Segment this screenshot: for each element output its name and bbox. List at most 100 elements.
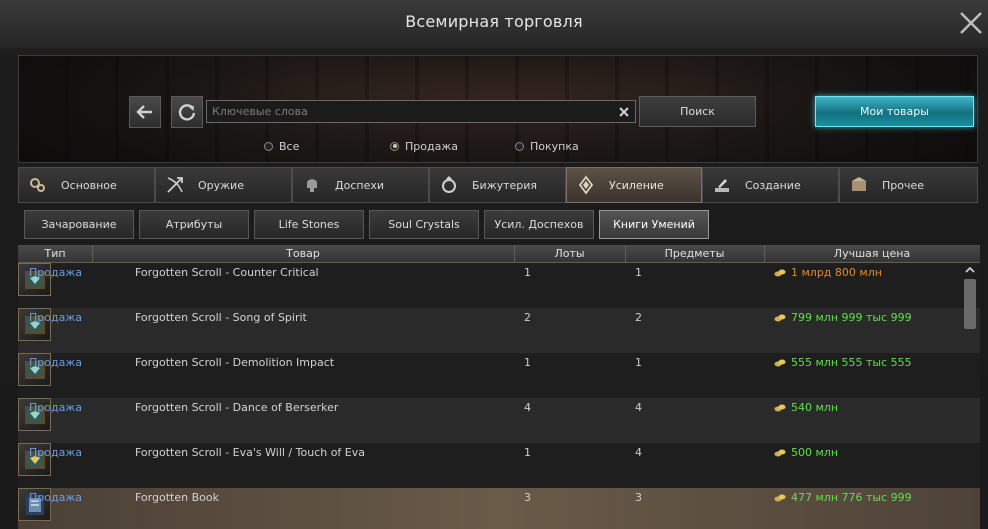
price-value: 540 млн	[791, 401, 839, 414]
scroll-up-button[interactable]	[963, 263, 977, 277]
scroll-thumb[interactable]	[964, 279, 976, 329]
row-type-link[interactable]: Продажа	[29, 446, 82, 459]
row-lots: 3	[524, 491, 531, 504]
filter-all-radio[interactable]: Все	[264, 139, 299, 153]
row-type-link[interactable]: Продажа	[29, 311, 82, 324]
row-item-name: Forgotten Scroll - Dance of Berserker	[135, 401, 339, 414]
subtab-enchantment[interactable]: Зачарование	[24, 210, 134, 239]
adena-coins-icon	[774, 494, 786, 501]
tab-label: Бижутерия	[472, 178, 538, 192]
subtab-armor-enhancement[interactable]: Усил. Доспехов	[484, 210, 594, 239]
row-type-link[interactable]: Продажа	[29, 266, 82, 279]
table-row[interactable]: Продажа Forgotten Scroll - Counter Criti…	[18, 263, 980, 308]
table-row-selected[interactable]: Продажа Forgotten Book 3 3 477 млн 776 т…	[18, 488, 980, 529]
filter-all-label: Все	[279, 139, 300, 153]
basic-icon	[27, 174, 49, 196]
row-items: 4	[635, 401, 642, 414]
close-button[interactable]	[956, 8, 986, 38]
row-type-link[interactable]: Продажа	[29, 491, 82, 504]
row-item-name: Forgotten Scroll - Song of Spirit	[135, 311, 307, 324]
row-price: 799 млн 999 тыс 999	[774, 311, 912, 324]
tab-jewelry[interactable]: Бижутерия	[429, 167, 566, 203]
radio-selected-icon	[390, 141, 399, 151]
table-row[interactable]: Продажа Forgotten Scroll - Eva's Will / …	[18, 443, 980, 488]
tab-weapons[interactable]: Оружие	[155, 167, 292, 203]
row-items: 3	[635, 491, 642, 504]
subtab-life-stones[interactable]: Life Stones	[254, 210, 364, 239]
price-value: 500 млн	[791, 446, 839, 459]
jewelry-icon	[438, 174, 460, 196]
radio-icon	[264, 141, 273, 151]
filter-sell-radio[interactable]: Продажа	[390, 139, 458, 153]
row-price: 1 млрд 800 млн	[774, 266, 882, 279]
armor-icon	[301, 174, 323, 196]
row-type-link[interactable]: Продажа	[29, 401, 82, 414]
tab-label: Прочее	[882, 178, 925, 192]
tab-label: Создание	[745, 178, 801, 192]
row-items: 4	[635, 446, 642, 459]
subtab-soul-crystals[interactable]: Soul Crystals	[369, 210, 479, 239]
column-type[interactable]: Тип	[18, 247, 92, 260]
price-value: 555 млн 555 тыс 555	[791, 356, 912, 369]
filter-buy-label: Покупка	[530, 139, 579, 153]
adena-coins-icon	[774, 404, 786, 411]
price-value: 799 млн 999 тыс 999	[791, 311, 912, 324]
column-best-price[interactable]: Лучшая цена	[764, 247, 980, 260]
window-title: Всемирная торговля	[405, 12, 583, 31]
row-items: 1	[635, 266, 642, 279]
row-items: 1	[635, 356, 642, 369]
filter-buy-radio[interactable]: Покупка	[515, 139, 579, 153]
row-type-link[interactable]: Продажа	[29, 356, 82, 369]
chevron-up-icon	[965, 266, 975, 273]
row-item-name: Forgotten Scroll - Demolition Impact	[135, 356, 335, 369]
tab-basic[interactable]: Основное	[18, 167, 155, 203]
category-tabs: Основное Оружие Доспехи Бижутерия Усилен…	[18, 167, 978, 203]
column-items[interactable]: Предметы	[625, 247, 764, 260]
column-lots[interactable]: Лоты	[514, 247, 625, 260]
close-icon	[619, 106, 629, 117]
tab-label: Усиление	[609, 178, 664, 192]
row-lots: 1	[524, 266, 531, 279]
tab-misc[interactable]: Прочее	[839, 167, 978, 203]
enhancement-icon	[575, 174, 597, 196]
table-scrollbar[interactable]	[963, 263, 977, 529]
back-button[interactable]	[129, 96, 161, 128]
row-item-name: Forgotten Book	[135, 491, 219, 504]
subtab-attributes[interactable]: Атрибуты	[139, 210, 249, 239]
search-box	[206, 100, 636, 123]
search-input[interactable]	[207, 101, 612, 122]
table-header: Тип Товар Лоты Предметы Лучшая цена	[18, 245, 980, 263]
table-row[interactable]: Продажа Forgotten Scroll - Dance of Bers…	[18, 398, 980, 443]
tab-armor[interactable]: Доспехи	[292, 167, 429, 203]
clear-search-button[interactable]	[615, 103, 633, 120]
row-price: 477 млн 776 тыс 999	[774, 491, 912, 504]
row-lots: 1	[524, 446, 531, 459]
results-table: Тип Товар Лоты Предметы Лучшая цена Прод…	[18, 245, 980, 529]
tab-label: Доспехи	[335, 178, 384, 192]
my-items-button[interactable]: Мои товары	[815, 96, 974, 127]
misc-icon	[848, 174, 870, 196]
tab-label: Оружие	[198, 178, 244, 192]
refresh-icon	[178, 104, 196, 121]
adena-coins-icon	[774, 269, 786, 276]
row-items: 2	[635, 311, 642, 324]
tab-crafting[interactable]: Создание	[702, 167, 839, 203]
world-trade-window: Всемирная торговля Поиск Мои т	[0, 0, 988, 529]
radio-icon	[515, 141, 524, 151]
row-lots: 1	[524, 356, 531, 369]
table-row[interactable]: Продажа Forgotten Scroll - Song of Spiri…	[18, 308, 980, 353]
refresh-button[interactable]	[171, 96, 203, 128]
title-bar: Всемирная торговля	[0, 0, 988, 48]
subtab-skill-books[interactable]: Книги Умений	[599, 210, 709, 239]
adena-coins-icon	[774, 449, 786, 456]
tab-enhancement[interactable]: Усиление	[566, 167, 702, 203]
table-row[interactable]: Продажа Forgotten Scroll - Demolition Im…	[18, 353, 980, 398]
row-item-name: Forgotten Scroll - Counter Critical	[135, 266, 319, 279]
search-button[interactable]: Поиск	[639, 96, 756, 127]
weapon-icon	[164, 174, 186, 196]
column-item[interactable]: Товар	[92, 247, 514, 260]
row-price: 500 млн	[774, 446, 838, 459]
row-price: 540 млн	[774, 401, 838, 414]
row-lots: 4	[524, 401, 531, 414]
close-icon	[960, 12, 982, 34]
